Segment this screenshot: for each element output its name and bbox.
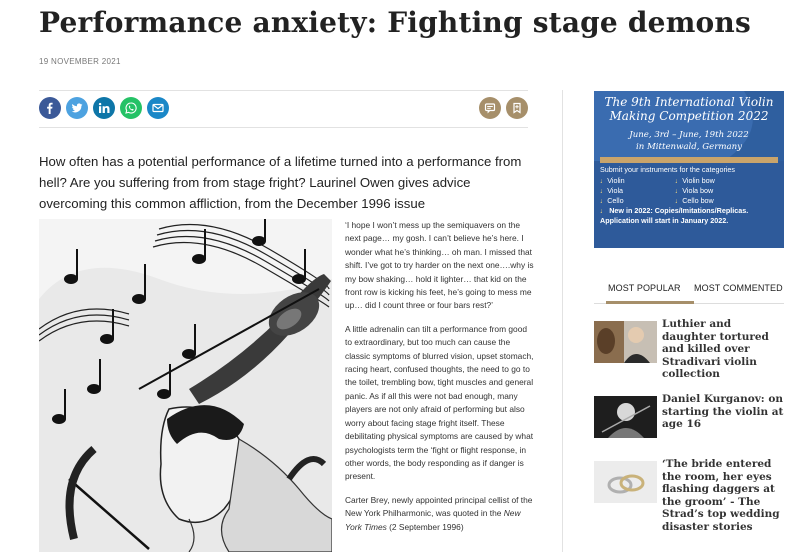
article-headline[interactable]: ‘The bride entered the room, her eyes fl… — [662, 458, 784, 533]
ad-category: Cello — [600, 196, 675, 206]
article-illustration — [39, 219, 332, 552]
ad-body: Submit your instruments for the categori… — [600, 165, 778, 226]
ad-instrument-strip — [600, 157, 778, 163]
sidebar-divider — [562, 90, 563, 552]
active-tab-indicator — [606, 301, 694, 304]
ad-dates-line: June, 3rd – June, 19th 2022 — [629, 130, 749, 140]
article-body: ‘I hope I won’t mess up the semiquavers … — [345, 219, 535, 544]
article-paragraph: Carter Brey, newly appointed principal c… — [345, 494, 535, 534]
article-thumbnail — [594, 321, 657, 363]
facebook-icon[interactable] — [39, 97, 61, 119]
ad-heading: The 9th International Violin Making Comp… — [604, 95, 774, 123]
article-standfirst: How often has a potential performance of… — [39, 154, 522, 211]
ad-category: Viola bow — [675, 186, 765, 196]
header-divider — [39, 90, 528, 91]
p3-end: (2 September 1996) — [386, 521, 464, 532]
article-headline[interactable]: Luthier and daughter tortured and killed… — [662, 318, 784, 381]
list-item[interactable]: Daniel Kurganov: on starting the violin … — [594, 393, 784, 442]
bookmark-icon[interactable] — [506, 97, 528, 119]
ad-dates: June, 3rd – June, 19th 2022 in Mittenwal… — [602, 129, 776, 153]
ad-new-line: ♩ New in 2022: Copies/Imitations/Replica… — [600, 206, 778, 216]
comment-icon[interactable] — [479, 97, 501, 119]
article-paragraph: A little adrenalin can tilt a performanc… — [345, 323, 534, 482]
ad-categories: Violin Violin bow Viola Viola bow Cello … — [600, 176, 778, 206]
tab-most-commented[interactable]: MOST COMMENTED — [694, 283, 783, 293]
whatsapp-icon[interactable] — [120, 97, 142, 119]
ad-category: Violin bow — [675, 176, 765, 186]
twitter-icon[interactable] — [66, 97, 88, 119]
linkedin-icon[interactable] — [93, 97, 115, 119]
article-title: Performance anxiety: Fighting stage demo… — [39, 6, 751, 39]
tab-most-popular[interactable]: MOST POPULAR — [608, 283, 681, 293]
note-icon: ♩ — [600, 206, 610, 215]
email-icon[interactable] — [147, 97, 169, 119]
article-headline[interactable]: Daniel Kurganov: on starting the violin … — [662, 393, 784, 431]
article-date: 19 NOVEMBER 2021 — [39, 57, 121, 66]
list-item[interactable]: Luthier and daughter tortured and killed… — [594, 318, 784, 380]
ad-start-line: Application will start in January 2022. — [600, 216, 729, 225]
list-item[interactable]: ‘The bride entered the room, her eyes fl… — [594, 458, 784, 533]
article-thumbnail — [594, 396, 657, 438]
article-paragraph: ‘I hope I won’t mess up the semiquavers … — [345, 220, 534, 311]
ad-category: Viola — [600, 186, 675, 196]
ad-location: in Mittenwald, Germany — [635, 142, 742, 152]
ad-submit: Submit your instruments for the categori… — [600, 165, 736, 174]
article-thumbnail — [594, 461, 657, 503]
ad-category: Violin — [600, 176, 675, 186]
ad-category: Cello bow — [675, 196, 765, 206]
article-tools — [479, 97, 528, 119]
share-bar — [39, 97, 169, 119]
competition-ad[interactable]: The 9th International Violin Making Comp… — [594, 91, 784, 248]
ad-new-text: New in 2022: Copies/Imitations/Replicas. — [609, 206, 749, 215]
share-divider — [39, 127, 528, 128]
